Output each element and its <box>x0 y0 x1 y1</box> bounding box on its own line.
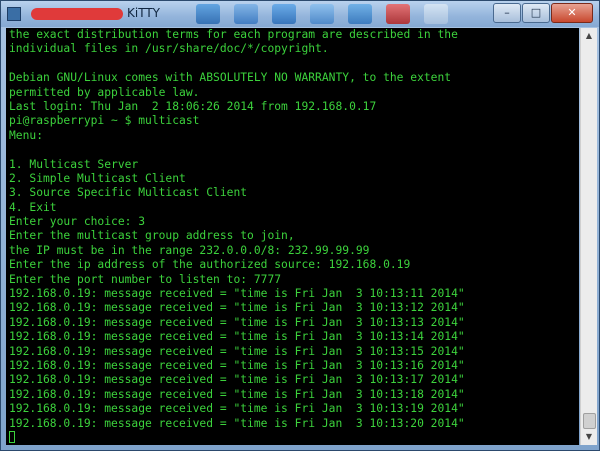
taskbar-app-icon[interactable] <box>272 4 296 24</box>
terminal-line: 192.168.0.19: message received = "time i… <box>9 287 465 301</box>
terminal-lines: the exact distribution terms for each pr… <box>6 28 579 445</box>
taskbar-app-icon[interactable] <box>234 4 258 24</box>
terminal-line: Debian GNU/Linux comes with ABSOLUTELY N… <box>9 71 452 85</box>
window-title: KiTTY <box>127 6 160 20</box>
terminal-line: 1. Multicast Server <box>9 157 139 171</box>
minimize-button[interactable]: – <box>493 3 521 23</box>
terminal-line: 192.168.0.19: message received = "time i… <box>9 344 465 358</box>
terminal-line: 192.168.0.19: message received = "time i… <box>9 402 465 416</box>
terminal-prompt-line: pi@raspberrypi ~ $ multicast <box>9 114 200 128</box>
taskbar-thumbnails <box>196 1 448 27</box>
taskbar-app-icon[interactable] <box>424 4 448 24</box>
terminal-output[interactable]: the exact distribution terms for each pr… <box>6 28 579 445</box>
terminal-line: Enter your choice: 3 <box>9 215 146 229</box>
scroll-down-arrow-icon[interactable]: ▼ <box>581 429 597 445</box>
cursor-block <box>9 430 15 443</box>
maximize-button[interactable]: □ <box>522 3 550 23</box>
terminal-line: the IP must be in the range 232.0.0.0/8:… <box>9 243 370 257</box>
terminal-line: 2. Simple Multicast Client <box>9 171 186 185</box>
terminal-line: Enter the ip address of the authorized s… <box>9 258 411 272</box>
terminal-line: Last login: Thu Jan 2 18:06:26 2014 from… <box>9 99 377 113</box>
terminal-cursor-line <box>9 430 579 445</box>
terminal-line: 3. Source Specific Multicast Client <box>9 186 248 200</box>
terminal-line: Enter the port number to listen to: 7777 <box>9 272 282 286</box>
terminal-line: Menu: <box>9 128 44 142</box>
terminal-line: 192.168.0.19: message received = "time i… <box>9 330 465 344</box>
close-button[interactable]: ✕ <box>551 3 593 23</box>
window-controls: – □ ✕ <box>493 3 593 23</box>
taskbar-app-icon[interactable] <box>196 4 220 24</box>
terminal-line: 192.168.0.19: message received = "time i… <box>9 301 465 315</box>
terminal-line: 192.168.0.19: message received = "time i… <box>9 358 465 372</box>
kitty-window: KiTTY – □ ✕ the exact distribution terms… <box>0 0 600 451</box>
terminal-line: 192.168.0.19: message received = "time i… <box>9 373 465 387</box>
terminal-line: the exact distribution terms for each pr… <box>9 28 458 41</box>
kitty-app-icon[interactable] <box>7 7 21 21</box>
terminal-line: 4. Exit <box>9 200 57 214</box>
title-bar[interactable]: KiTTY – □ ✕ <box>1 1 599 27</box>
terminal-line: Enter the multicast group address to joi… <box>9 229 295 243</box>
scroll-thumb[interactable] <box>583 413 596 429</box>
terminal-line: individual files in /usr/share/doc/*/cop… <box>9 42 329 56</box>
terminal-line: 192.168.0.19: message received = "time i… <box>9 315 465 329</box>
taskbar-app-icon[interactable] <box>310 4 334 24</box>
taskbar-app-icon[interactable] <box>386 4 410 24</box>
redacted-host-label <box>31 8 123 20</box>
vertical-scrollbar[interactable]: ▲ ▼ <box>580 28 597 445</box>
taskbar-app-icon[interactable] <box>348 4 372 24</box>
scroll-up-arrow-icon[interactable]: ▲ <box>581 28 597 44</box>
terminal-line: 192.168.0.19: message received = "time i… <box>9 416 465 430</box>
terminal-line: permitted by applicable law. <box>9 85 200 99</box>
terminal-line: 192.168.0.19: message received = "time i… <box>9 387 465 401</box>
